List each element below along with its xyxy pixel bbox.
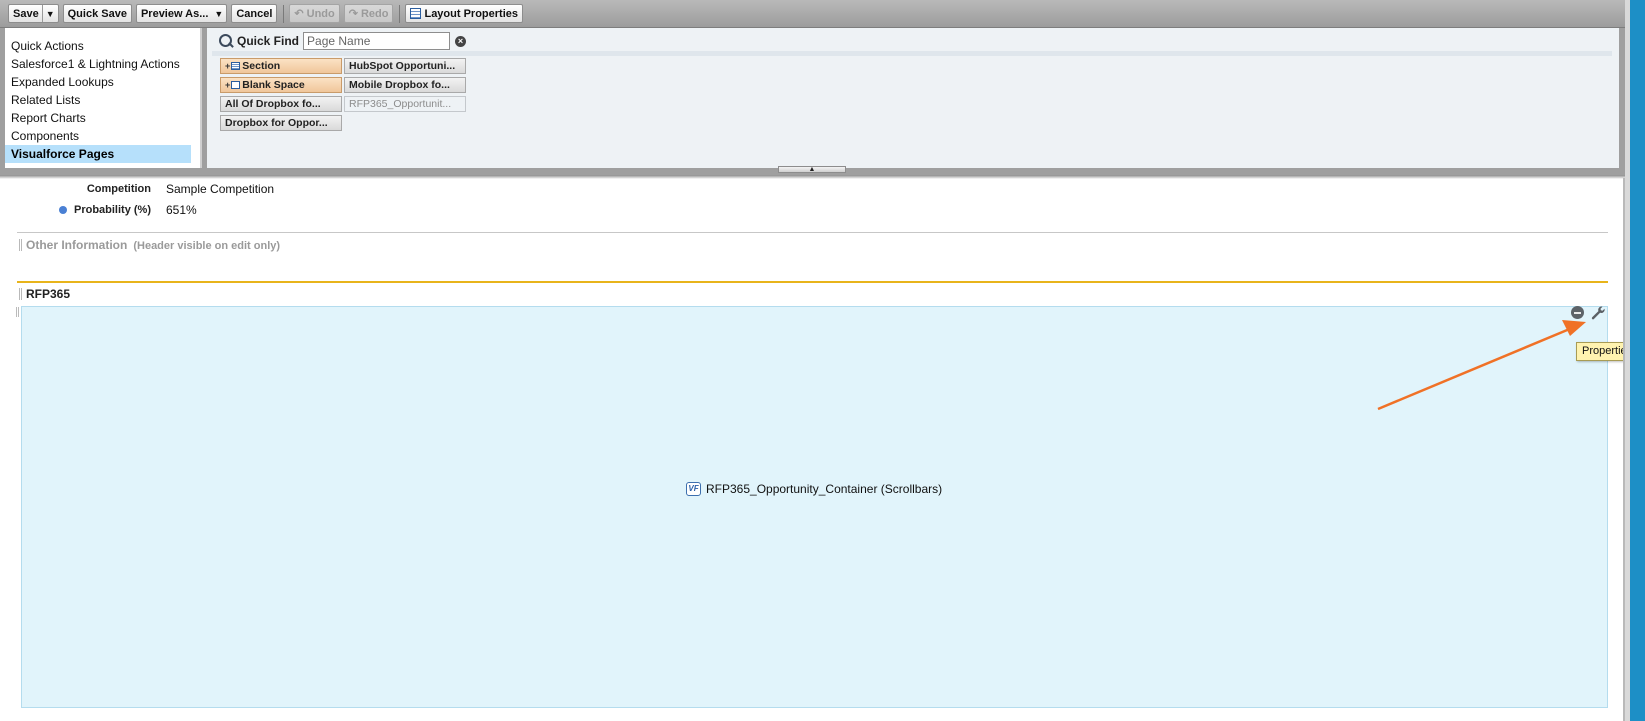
preview-as-label[interactable]: Preview As...: [141, 8, 208, 20]
palette: Quick Actions Salesforce1 & Lightning Ac…: [0, 28, 1625, 175]
save-dropdown-arrow-icon[interactable]: ▼: [41, 5, 58, 22]
field-row-competition[interactable]: Competition Sample Competition: [11, 181, 274, 197]
quick-find-divider: [212, 51, 1612, 56]
layout-properties-icon: [410, 8, 422, 19]
required-field-icon: [58, 206, 67, 215]
palette-item-label: Section: [242, 60, 281, 72]
section-title: RFP365: [26, 287, 71, 301]
palette-items-panel: Quick Find × + Section + Blank Space All O…: [207, 28, 1619, 168]
field-value: Sample Competition: [166, 182, 275, 196]
clear-search-icon[interactable]: ×: [455, 35, 467, 47]
minus-glyph: [1574, 311, 1581, 314]
section-divider: [17, 232, 1608, 233]
undo-icon: ↶: [294, 8, 304, 20]
layout-properties-button[interactable]: Layout Properties: [405, 4, 523, 23]
section-header-rfp365[interactable]: RFP365: [19, 287, 70, 301]
window-edge-strip: [1630, 0, 1645, 721]
palette-item-dropbox-for-oppor[interactable]: Dropbox for Oppor...: [220, 115, 342, 131]
section-title: Other Information: [26, 238, 128, 252]
quick-find-label: Quick Find: [237, 34, 300, 48]
section-icon: [231, 62, 241, 71]
palette-category-list: Quick Actions Salesforce1 & Lightning Ac…: [5, 28, 202, 168]
add-icon: +: [225, 61, 231, 71]
redo-button[interactable]: ↷ Redo: [343, 4, 394, 23]
palette-item-label: Blank Space: [242, 79, 305, 91]
search-icon: [219, 33, 234, 49]
layout-properties-label: Layout Properties: [424, 7, 518, 20]
palette-item-all-of-dropbox[interactable]: All Of Dropbox fo...: [220, 96, 342, 112]
palette-item-section[interactable]: + Section: [220, 58, 342, 74]
visualforce-component[interactable]: [21, 306, 1608, 708]
preview-as-button[interactable]: Preview As... ▼: [135, 4, 228, 23]
field-label-wrap: Probability (%): [11, 204, 166, 216]
undo-label: Undo: [306, 7, 335, 20]
add-icon: +: [225, 80, 231, 90]
redo-icon: ↷: [348, 8, 358, 20]
visualforce-component-name: RFP365_Opportunity_Container (Scrollbars…: [706, 482, 943, 496]
palette-item-hubspot[interactable]: HubSpot Opportuni...: [344, 58, 466, 74]
visualforce-icon: VF: [686, 482, 701, 496]
save-button[interactable]: Save ▼: [8, 4, 59, 23]
field-label: Competition: [86, 183, 151, 195]
palette-shadow: [0, 175, 1625, 179]
section-header-other-information[interactable]: Other Information (Header visible on edi…: [19, 238, 280, 252]
save-button-label[interactable]: Save: [13, 8, 39, 20]
category-visualforce-pages[interactable]: Visualforce Pages: [5, 145, 191, 163]
preview-dropdown-arrow-icon[interactable]: ▼: [211, 5, 226, 22]
cancel-button[interactable]: Cancel: [231, 4, 278, 23]
field-label: Probability (%): [73, 204, 151, 216]
category-report-charts[interactable]: Report Charts: [5, 109, 191, 127]
section-divider-highlight: [17, 281, 1608, 283]
remove-icon[interactable]: [1571, 306, 1584, 319]
palette-collapse-handle[interactable]: ▲: [778, 166, 846, 173]
palette-item-blank-space[interactable]: + Blank Space: [220, 77, 342, 93]
section-note: (Header visible on edit only): [133, 240, 281, 252]
quick-find-bar: Quick Find ×: [219, 32, 467, 50]
category-related-lists[interactable]: Related Lists: [5, 91, 191, 109]
wrench-icon[interactable]: [1590, 305, 1606, 321]
drag-handle-icon[interactable]: [16, 307, 19, 317]
visualforce-component-label: VF RFP365_Opportunity_Container (Scrollb…: [686, 482, 942, 496]
toolbar-divider: [283, 4, 285, 23]
drag-handle-icon[interactable]: [19, 288, 22, 300]
undo-button[interactable]: ↶ Undo: [289, 4, 340, 23]
category-salesforce1-lightning-actions[interactable]: Salesforce1 & Lightning Actions: [5, 55, 191, 73]
category-quick-actions[interactable]: Quick Actions: [5, 37, 191, 55]
category-components[interactable]: Components: [5, 127, 191, 145]
field-value: 651%: [166, 203, 197, 217]
drag-handle-icon[interactable]: [19, 239, 22, 251]
quick-save-button[interactable]: Quick Save: [62, 4, 132, 23]
blank-space-icon: [231, 81, 241, 90]
palette-item-mobile-dropbox[interactable]: Mobile Dropbox fo...: [344, 77, 466, 93]
quick-find-input[interactable]: [303, 32, 451, 50]
redo-label: Redo: [360, 7, 389, 20]
palette-item-rfp365-opportunity: RFP365_Opportunit...: [344, 96, 466, 112]
toolbar: Save ▼ Quick Save Preview As... ▼ Cancel…: [0, 0, 1625, 28]
field-row-probability[interactable]: Probability (%) 651%: [11, 202, 197, 218]
category-expanded-lookups[interactable]: Expanded Lookups: [5, 73, 191, 91]
toolbar-divider: [399, 4, 401, 23]
